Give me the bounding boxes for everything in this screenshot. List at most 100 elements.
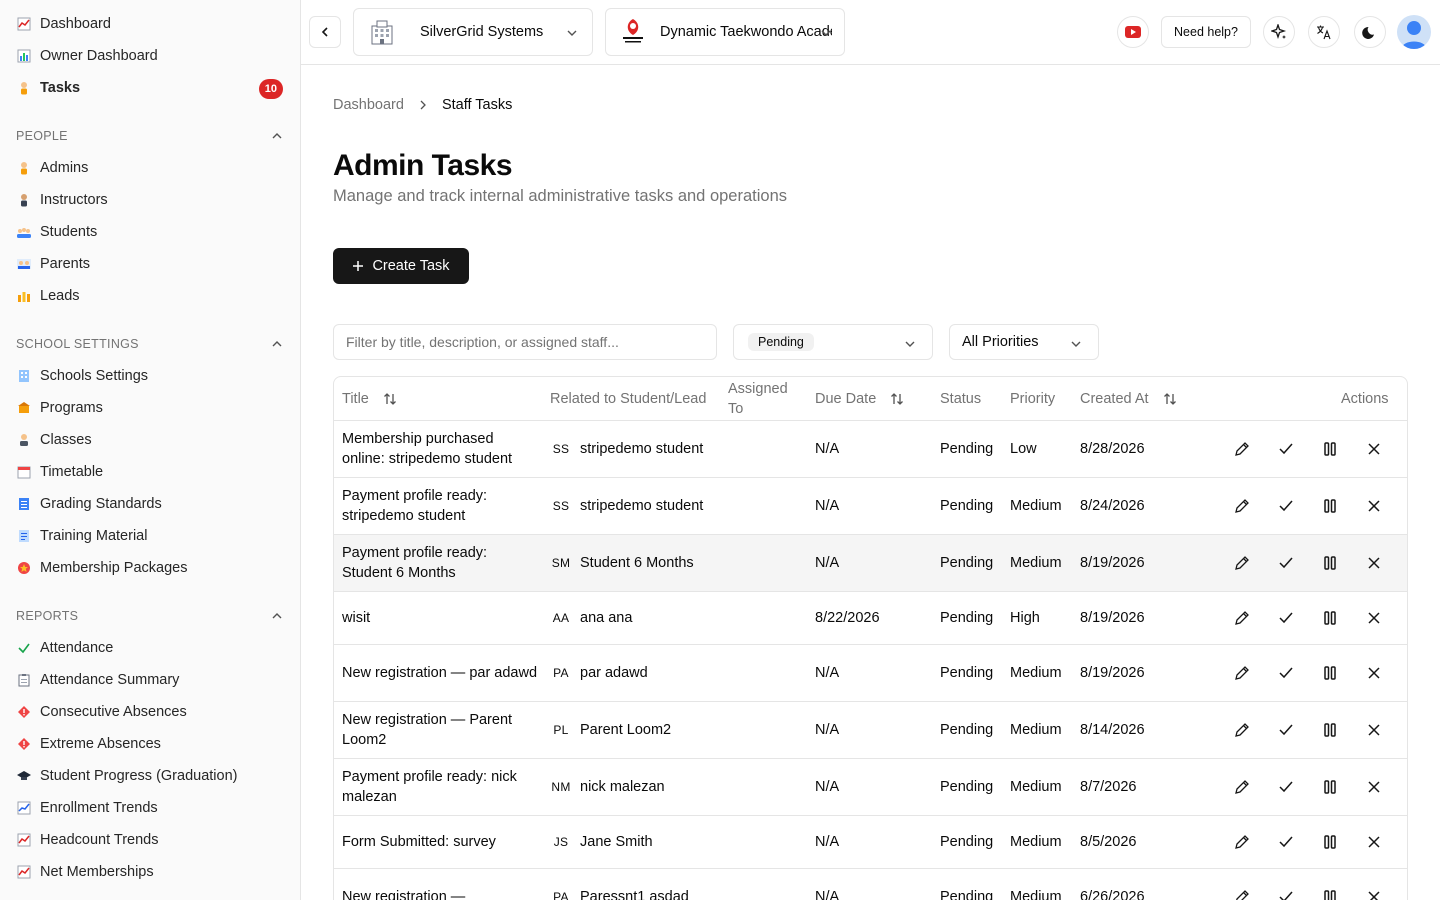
pause-task-button[interactable] [1322,610,1338,626]
section-header-reports[interactable]: REPORTS [0,600,300,632]
related-person[interactable]: SS stripedemo student [550,478,704,534]
edit-task-button[interactable] [1234,722,1250,738]
table-row[interactable]: Payment profile ready: Student 6 Months S… [334,535,1407,592]
table-row[interactable]: wisit AA ana ana 8/22/2026 Pending High 8/19/2… [334,592,1407,645]
sidebar-item-net-memberships[interactable]: Net Memberships [0,856,300,888]
pause-icon [1324,499,1336,513]
pause-task-button[interactable] [1322,722,1338,738]
edit-task-button[interactable] [1234,555,1250,571]
sidebar-item-parents[interactable]: Parents [0,248,300,280]
youtube-button[interactable] [1117,16,1149,48]
table-row[interactable]: New registration — PA Paressnt1 asdad N/A Pe… [334,869,1407,900]
sidebar-item-schools-settings[interactable]: Schools Settings [0,360,300,392]
priority-filter-select[interactable]: All Priorities [949,324,1099,360]
sidebar-item-attendance[interactable]: Attendance [0,632,300,664]
sidebar-item-consecutive-absences[interactable]: Consecutive Absences [0,696,300,728]
related-person[interactable]: SS stripedemo student [550,421,704,477]
school-select[interactable]: Dynamic Taekwondo Academy [605,8,845,56]
edit-task-button[interactable] [1234,665,1250,681]
complete-task-button[interactable] [1278,555,1294,571]
cancel-task-button[interactable] [1366,498,1382,514]
pause-task-button[interactable] [1322,834,1338,850]
complete-task-button[interactable] [1278,441,1294,457]
sidebar-item-instructors[interactable]: Instructors [0,184,300,216]
sidebar-item-classes[interactable]: Classes [0,424,300,456]
sidebar-item-programs[interactable]: Programs [0,392,300,424]
sidebar-item-grading-standards[interactable]: Grading Standards [0,488,300,520]
table-row[interactable]: Payment profile ready: nick malezan NM nic… [334,759,1407,816]
sidebar-item-headcount-trends[interactable]: Headcount Trends [0,824,300,856]
cancel-task-button[interactable] [1366,722,1382,738]
sidebar-item-admins[interactable]: Admins [0,152,300,184]
sidebar-item-dashboard[interactable]: Dashboard [0,8,300,40]
sidebar-item-enrollment-trends[interactable]: Enrollment Trends [0,792,300,824]
complete-task-button[interactable] [1278,665,1294,681]
pause-task-button[interactable] [1322,555,1338,571]
sidebar-item-training-material[interactable]: Training Material [0,520,300,552]
cancel-task-button[interactable] [1366,441,1382,457]
related-person[interactable]: SM Student 6 Months [550,535,694,591]
complete-task-button[interactable] [1278,889,1294,900]
page-title: Admin Tasks [333,149,513,182]
sidebar-item-membership-packages[interactable]: Membership Packages [0,552,300,584]
pause-task-button[interactable] [1322,889,1338,900]
complete-task-button[interactable] [1278,779,1294,795]
section-header-people[interactable]: PEOPLE [0,120,300,152]
column-header-created-at[interactable]: Created At [1080,377,1177,420]
need-help-button[interactable]: Need help? [1161,16,1251,48]
pause-task-button[interactable] [1322,441,1338,457]
organization-select[interactable]: SilverGrid Systems [353,8,593,56]
related-person[interactable]: PA Paressnt1 asdad [550,869,689,900]
sidebar-item-students[interactable]: Students [0,216,300,248]
table-row[interactable]: Form Submitted: survey JS Jane Smith N/A Pen… [334,816,1407,869]
edit-task-button[interactable] [1234,779,1250,795]
sidebar-item-tasks[interactable]: Tasks 10 [0,72,300,104]
section-header-school-settings[interactable]: SCHOOL SETTINGS [0,328,300,360]
edit-task-button[interactable] [1234,834,1250,850]
edit-task-button[interactable] [1234,441,1250,457]
edit-task-button[interactable] [1234,889,1250,900]
sidebar-item-attendance-summary[interactable]: Attendance Summary [0,664,300,696]
table-row[interactable]: New registration — par adawd PA par adawd N… [334,645,1407,702]
related-person[interactable]: PA par adawd [550,645,648,701]
breadcrumb-dashboard-link[interactable]: Dashboard [333,97,404,113]
edit-task-button[interactable] [1234,498,1250,514]
ai-assistant-button[interactable] [1263,16,1295,48]
create-task-button[interactable]: Create Task [333,248,469,284]
sidebar-item-owner-dashboard[interactable]: Owner Dashboard [0,40,300,72]
cancel-task-button[interactable] [1366,834,1382,850]
user-avatar[interactable] [1397,15,1431,49]
cancel-task-button[interactable] [1366,610,1382,626]
cancel-task-button[interactable] [1366,555,1382,571]
complete-task-button[interactable] [1278,722,1294,738]
table-row[interactable]: Payment profile ready: stripedemo studen… [334,478,1407,535]
collapse-sidebar-button[interactable] [309,16,341,48]
language-button[interactable] [1308,16,1340,48]
status-filter-select[interactable]: Pending [733,324,933,360]
pause-task-button[interactable] [1322,665,1338,681]
cancel-task-button[interactable] [1366,779,1382,795]
complete-task-button[interactable] [1278,610,1294,626]
related-person[interactable]: JS Jane Smith [550,816,653,868]
sidebar-item-student-progress[interactable]: Student Progress (Graduation) [0,760,300,792]
sidebar-item-leads[interactable]: Leads [0,280,300,312]
related-person[interactable]: AA ana ana [550,592,633,644]
cancel-task-button[interactable] [1366,889,1382,900]
theme-toggle-button[interactable] [1354,16,1386,48]
task-search-input[interactable]: Filter by title, description, or assigne… [333,324,717,360]
related-person[interactable]: NM nick malezan [550,759,664,815]
complete-task-button[interactable] [1278,498,1294,514]
complete-task-button[interactable] [1278,834,1294,850]
pause-task-button[interactable] [1322,498,1338,514]
edit-task-button[interactable] [1234,610,1250,626]
table-row[interactable]: New registration — Parent Loom2 PL Parent … [334,702,1407,759]
table-row[interactable]: Membership purchased online: stripedemo … [334,421,1407,478]
related-person[interactable]: PL Parent Loom2 [550,702,671,758]
column-header-due-date[interactable]: Due Date [815,377,904,420]
sidebar-item-extreme-absences[interactable]: Extreme Absences [0,728,300,760]
column-header-title[interactable]: Title [342,377,397,420]
pause-task-button[interactable] [1322,779,1338,795]
sidebar-item-label: Grading Standards [40,496,162,512]
sidebar-item-timetable[interactable]: Timetable [0,456,300,488]
cancel-task-button[interactable] [1366,665,1382,681]
